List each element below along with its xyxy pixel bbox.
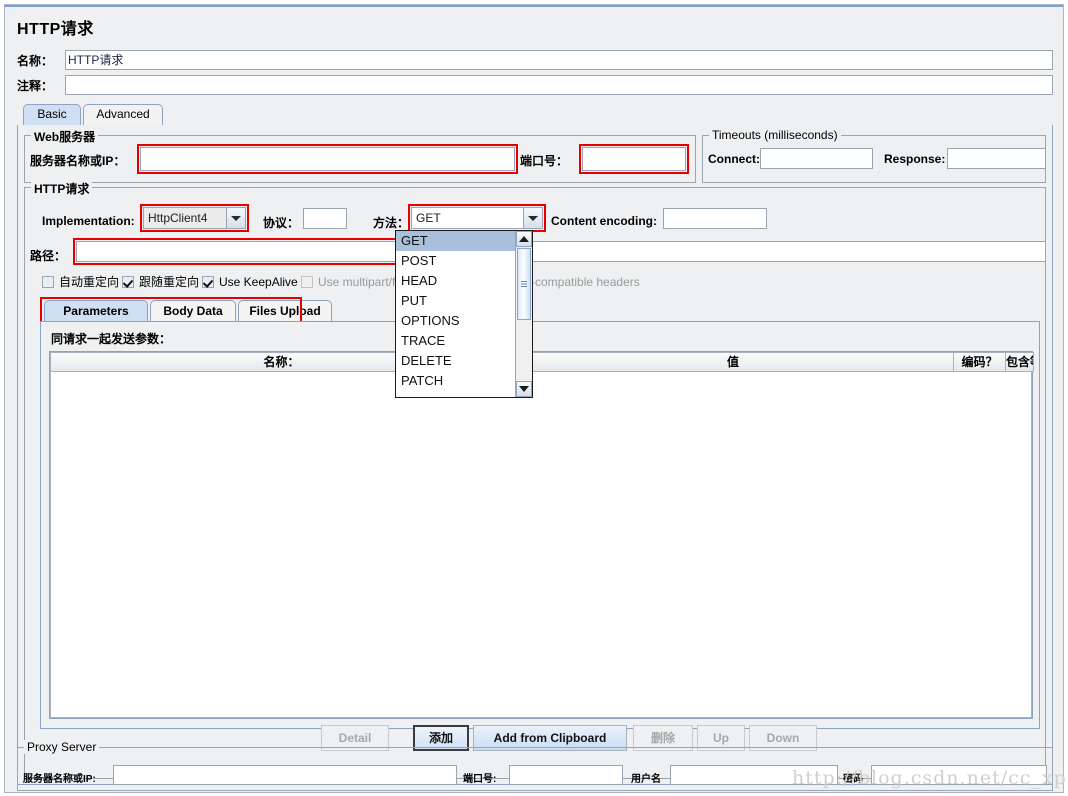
- checkbox-label: Use KeepAlive: [219, 275, 298, 289]
- checkbox-label: 自动重定向: [59, 275, 120, 289]
- proxy-username-label: 用户名: [631, 774, 661, 785]
- checkbox-box[interactable]: [42, 276, 54, 288]
- content-encoding-input[interactable]: [663, 208, 767, 229]
- checkbox-box[interactable]: [202, 276, 214, 288]
- method-value: GET: [416, 211, 441, 225]
- send-params-label: 同请求一起发送参数：: [51, 332, 172, 346]
- triangle-up-icon[interactable]: [516, 231, 532, 247]
- implementation-value: HttpClient4: [148, 211, 208, 225]
- web-server-group-title: Web服务器: [31, 128, 99, 145]
- dropdown-scrollbar[interactable]: [515, 231, 532, 397]
- implementation-combobox[interactable]: HttpClient4: [143, 207, 246, 229]
- dropdown-option-head[interactable]: HEAD: [396, 271, 532, 291]
- port-label: 端口号：: [520, 154, 569, 168]
- path-input[interactable]: [76, 241, 1046, 262]
- scrollbar-grip-icon: [521, 281, 527, 287]
- main-tabstrip: Basic Advanced: [17, 104, 1053, 125]
- basic-tab-panel: Web服务器 服务器名称或IP： 端口号： Timeouts (millisec…: [17, 125, 1053, 785]
- proxy-port-label: 端口号:: [463, 774, 497, 785]
- tab-body-data[interactable]: Body Data: [150, 300, 236, 322]
- column-header-value[interactable]: 值: [513, 352, 954, 372]
- implementation-label: Implementation:: [42, 214, 135, 228]
- method-label: 方法：: [373, 216, 410, 230]
- tab-parameters[interactable]: Parameters: [44, 300, 148, 322]
- method-combobox[interactable]: GET: [411, 207, 543, 229]
- tab-files-upload[interactable]: Files Upload: [238, 300, 332, 322]
- dropdown-option-get[interactable]: GET: [396, 231, 532, 251]
- protocol-label: 协议：: [263, 216, 300, 230]
- server-name-label: 服务器名称或IP：: [30, 154, 126, 168]
- parameters-table: 名称： 值 编码？ 包含等于？: [49, 351, 1034, 719]
- chevron-down-icon[interactable]: [226, 208, 245, 228]
- connect-label: Connect:: [708, 152, 760, 166]
- tab-basic[interactable]: Basic: [23, 104, 81, 125]
- page-title: HTTP请求: [17, 21, 94, 38]
- proxy-server-name-label: 服务器名称或IP:: [23, 774, 96, 785]
- watermark-text: http://blog.csdn.net/cc_xp: [792, 767, 1067, 789]
- response-input[interactable]: [947, 148, 1046, 169]
- dropdown-option-patch[interactable]: PATCH: [396, 371, 532, 391]
- checkbox-label: 跟随重定向: [139, 275, 200, 289]
- connect-input[interactable]: [760, 148, 873, 169]
- server-name-input[interactable]: [140, 147, 515, 171]
- method-dropdown-popup[interactable]: GET POST HEAD PUT OPTIONS TRACE DELETE P…: [395, 230, 533, 398]
- http-request-window: HTTP请求 名称： HTTP请求 注释： Basic Advanced Web…: [4, 4, 1067, 793]
- column-header-include-equals-wrapper: [970, 352, 1044, 372]
- table-body[interactable]: [50, 372, 1032, 718]
- comment-label: 注释：: [17, 79, 54, 93]
- triangle-down-icon[interactable]: [516, 381, 532, 397]
- proxy-server-group-title: Proxy Server: [24, 740, 100, 754]
- path-label: 路径：: [30, 249, 67, 263]
- proxy-server-name-input[interactable]: [113, 765, 457, 785]
- name-row: 名称： HTTP请求: [17, 50, 1053, 70]
- chevron-down-icon[interactable]: [523, 208, 542, 228]
- port-input[interactable]: [582, 147, 686, 171]
- protocol-input[interactable]: [303, 208, 347, 229]
- parameters-panel: 同请求一起发送参数： 名称： 值 编码？ 包含等于？ Detail 添加 Add…: [40, 321, 1040, 751]
- comment-row: 注释：: [17, 75, 1053, 95]
- proxy-port-input[interactable]: [509, 765, 623, 785]
- dropdown-option-post[interactable]: POST: [396, 251, 532, 271]
- timeouts-group-title: Timeouts (milliseconds): [709, 128, 841, 142]
- content-encoding-label: Content encoding:: [551, 214, 657, 228]
- comment-input[interactable]: [65, 75, 1053, 95]
- dropdown-option-trace[interactable]: TRACE: [396, 331, 532, 351]
- checkbox-box[interactable]: [122, 276, 134, 288]
- dropdown-option-options[interactable]: OPTIONS: [396, 311, 532, 331]
- tab-advanced[interactable]: Advanced: [83, 104, 163, 125]
- name-input[interactable]: HTTP请求: [65, 50, 1053, 70]
- param-tabstrip: Parameters Body Data Files Upload: [40, 300, 1040, 322]
- dropdown-option-delete[interactable]: DELETE: [396, 351, 532, 371]
- scrollbar-thumb[interactable]: [517, 248, 531, 320]
- checkbox-box: [301, 276, 313, 288]
- name-label: 名称：: [17, 54, 54, 68]
- dropdown-option-put[interactable]: PUT: [396, 291, 532, 311]
- response-label: Response:: [884, 152, 946, 166]
- table-header-row: 名称： 值 编码？ 包含等于？: [50, 352, 1034, 372]
- http-request-group-title: HTTP请求: [31, 180, 93, 197]
- window-top-accent: [5, 5, 1063, 7]
